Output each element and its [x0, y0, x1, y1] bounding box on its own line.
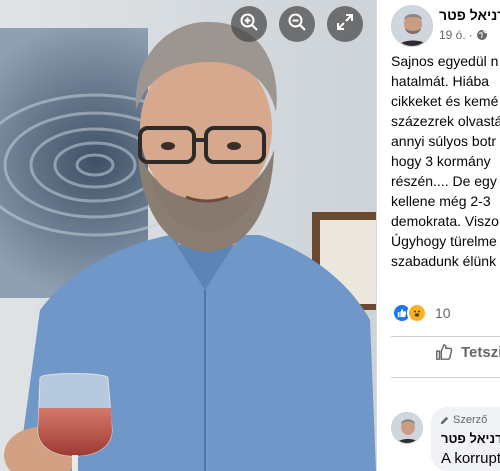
- divider: [391, 377, 500, 378]
- haha-reaction-icon: [407, 303, 427, 323]
- reaction-summary[interactable]: 10: [392, 303, 451, 323]
- like-button-label: Tetszi: [461, 343, 500, 361]
- like-button[interactable]: Tetszi: [435, 343, 500, 361]
- post-text-line: Úgyhogy türelme: [391, 233, 497, 249]
- post-time[interactable]: 19 ó.: [439, 28, 466, 42]
- reaction-count: 10: [435, 305, 451, 321]
- post-text-line: cikkeket és kemé: [391, 93, 499, 109]
- post-text-line: hogy 3 kormány: [391, 153, 491, 169]
- post-text-line: demokrata. Viszo: [391, 213, 499, 229]
- post-author-name[interactable]: דניאל פטר: [439, 7, 500, 23]
- post-text-line: kellene még 2-3: [391, 193, 491, 209]
- post-meta: 19 ó. ·: [439, 28, 488, 42]
- post-text-line: hatalmát. Hiába: [391, 73, 490, 89]
- pen-icon: [440, 416, 449, 424]
- fullscreen-button[interactable]: [327, 6, 363, 42]
- comment-author-avatar[interactable]: [391, 412, 423, 444]
- post-text-line: százezrek olvastá: [391, 113, 500, 129]
- author-badge: Szerző: [439, 414, 487, 426]
- post-text: Sajnos egyedül n hatalmát. Hiába cikkeket …: [391, 51, 500, 271]
- post-photo: [0, 0, 376, 471]
- post-text-line: szabadunk élünk: [391, 253, 497, 269]
- zoom-out-icon: [287, 12, 307, 37]
- post-text-line: részén.... De egy: [391, 173, 497, 189]
- zoom-in-button[interactable]: [231, 6, 267, 42]
- zoom-out-button[interactable]: [279, 6, 315, 42]
- post-text-line: annyi súlyos botr: [391, 133, 497, 149]
- fullscreen-icon: [335, 12, 355, 37]
- globe-icon: [476, 30, 487, 40]
- post-text-line: Sajnos egyedül n: [391, 53, 499, 69]
- comment-text: A korrupt: [441, 450, 500, 467]
- divider: [391, 336, 500, 337]
- thumbs-up-icon: [436, 344, 453, 360]
- zoom-in-icon: [239, 12, 259, 37]
- comment-author-name[interactable]: דניאל פטר: [441, 431, 500, 446]
- author-badge-label: Szerző: [453, 414, 488, 426]
- author-avatar[interactable]: [391, 5, 433, 47]
- post-panel: דניאל פטר 19 ó. · Sajnos egyedül n hatalm…: [376, 0, 500, 471]
- photo-viewer: [0, 0, 376, 471]
